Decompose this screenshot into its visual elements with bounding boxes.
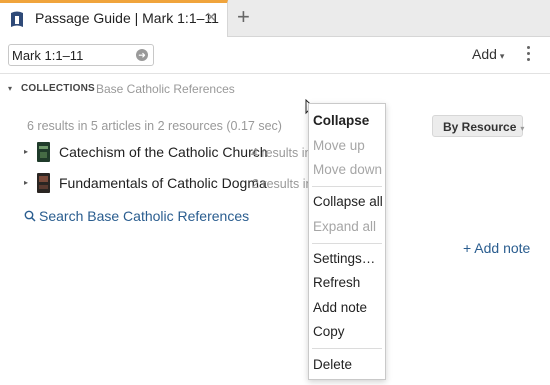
result-count: 4 results in <box>251 146 312 160</box>
more-options-icon[interactable] <box>524 44 532 66</box>
close-icon[interactable]: × <box>206 7 217 28</box>
sort-label: By Resource <box>443 120 517 134</box>
add-tab-button[interactable]: + <box>237 5 250 29</box>
result-count: 2 results in <box>252 177 313 191</box>
book-cover-icon <box>37 173 50 193</box>
menu-divider <box>312 348 382 349</box>
menu-item-collapse[interactable]: Collapse <box>313 113 369 128</box>
result-title[interactable]: Fundamentals of Catholic Dogma <box>59 175 267 191</box>
reference-input[interactable] <box>12 47 130 63</box>
collections-label: COLLECTIONS <box>21 83 95 94</box>
tab-bar: Passage Guide | Mark 1:1–11 × + <box>0 0 550 37</box>
chevron-down-icon: ▾ <box>499 51 505 61</box>
go-arrow-icon[interactable]: ➜ <box>136 49 148 61</box>
add-note-link[interactable]: + Add note <box>463 240 530 256</box>
menu-item-refresh[interactable]: Refresh <box>313 275 360 290</box>
menu-divider <box>312 186 382 187</box>
expand-caret-icon[interactable]: ▸ <box>24 178 28 187</box>
menu-item-move-down: Move down <box>313 162 383 177</box>
search-icon <box>24 210 36 222</box>
add-button[interactable]: Add ▾ <box>472 46 504 62</box>
add-button-label: Add <box>472 46 497 62</box>
toolbar: ➜ Add▾ <box>0 37 550 74</box>
guide-book-icon <box>11 11 23 27</box>
expand-caret-icon[interactable]: ▸ <box>24 147 28 156</box>
search-link-label: Search Base Catholic References <box>39 208 250 224</box>
menu-item-expand-all: Expand all <box>313 219 377 234</box>
results-summary: 6 results in 5 articles in 2 resources (… <box>27 119 282 133</box>
menu-item-delete[interactable]: Delete <box>313 357 352 372</box>
sort-dropdown[interactable]: By Resource ▾ <box>432 115 525 137</box>
collapse-caret-icon[interactable]: ▾ <box>8 84 12 93</box>
tab-title: Passage Guide | Mark 1:1–11 <box>35 10 219 26</box>
book-cover-icon <box>37 142 50 162</box>
menu-item-collapse-all[interactable]: Collapse all <box>313 194 383 209</box>
result-title[interactable]: Catechism of the Catholic Church <box>59 144 268 160</box>
reference-box: ➜ <box>8 44 154 66</box>
menu-item-add-note[interactable]: Add note <box>313 300 367 315</box>
menu-item-move-up: Move up <box>313 138 365 153</box>
context-menu: Collapse Move up Move down Collapse all … <box>308 103 386 380</box>
chevron-down-icon: ▾ <box>520 124 525 133</box>
menu-item-settings[interactable]: Settings… <box>313 251 375 266</box>
search-collection-link[interactable]: Search Base Catholic References <box>24 208 249 224</box>
collection-name: Base Catholic References <box>96 82 235 96</box>
menu-item-copy[interactable]: Copy <box>313 324 345 339</box>
menu-divider <box>312 243 382 244</box>
tab-passage-guide[interactable]: Passage Guide | Mark 1:1–11 × <box>0 0 228 37</box>
